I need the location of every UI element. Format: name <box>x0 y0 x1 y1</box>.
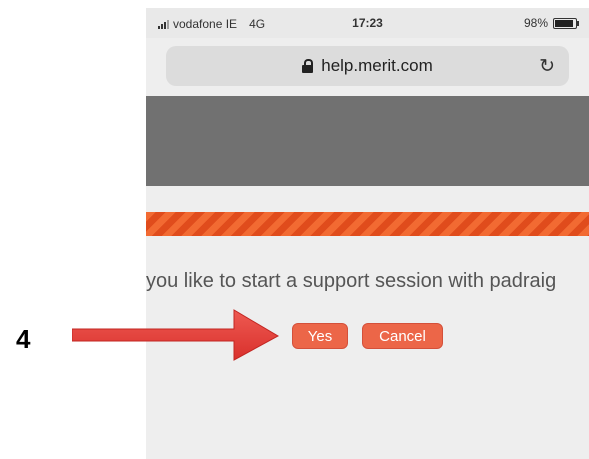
lock-icon <box>302 59 314 73</box>
address-bar[interactable]: help.merit.com ↻ <box>166 46 569 86</box>
step-number-annotation: 4 <box>16 324 31 354</box>
battery-icon <box>553 17 579 29</box>
yes-button[interactable]: Yes <box>292 323 348 349</box>
url-text: help.merit.com <box>321 56 433 75</box>
status-bar: vodafone IE 4G 17:23 98% <box>146 8 589 38</box>
cancel-button[interactable]: Cancel <box>362 323 443 349</box>
battery-percent: 98% <box>523 16 548 30</box>
page-header-banner <box>146 96 589 186</box>
phone-screen: vodafone IE 4G 17:23 98% help.merit.com … <box>146 8 589 459</box>
pointer-arrow-icon <box>72 309 280 361</box>
session-prompt-text: you like to start a support session with… <box>146 270 557 292</box>
status-right: 98% <box>523 16 579 30</box>
progress-stripe-bar <box>146 212 589 236</box>
status-time: 17:23 <box>352 16 383 30</box>
url-display[interactable]: help.merit.com <box>166 56 569 76</box>
reload-icon[interactable]: ↻ <box>539 55 555 78</box>
